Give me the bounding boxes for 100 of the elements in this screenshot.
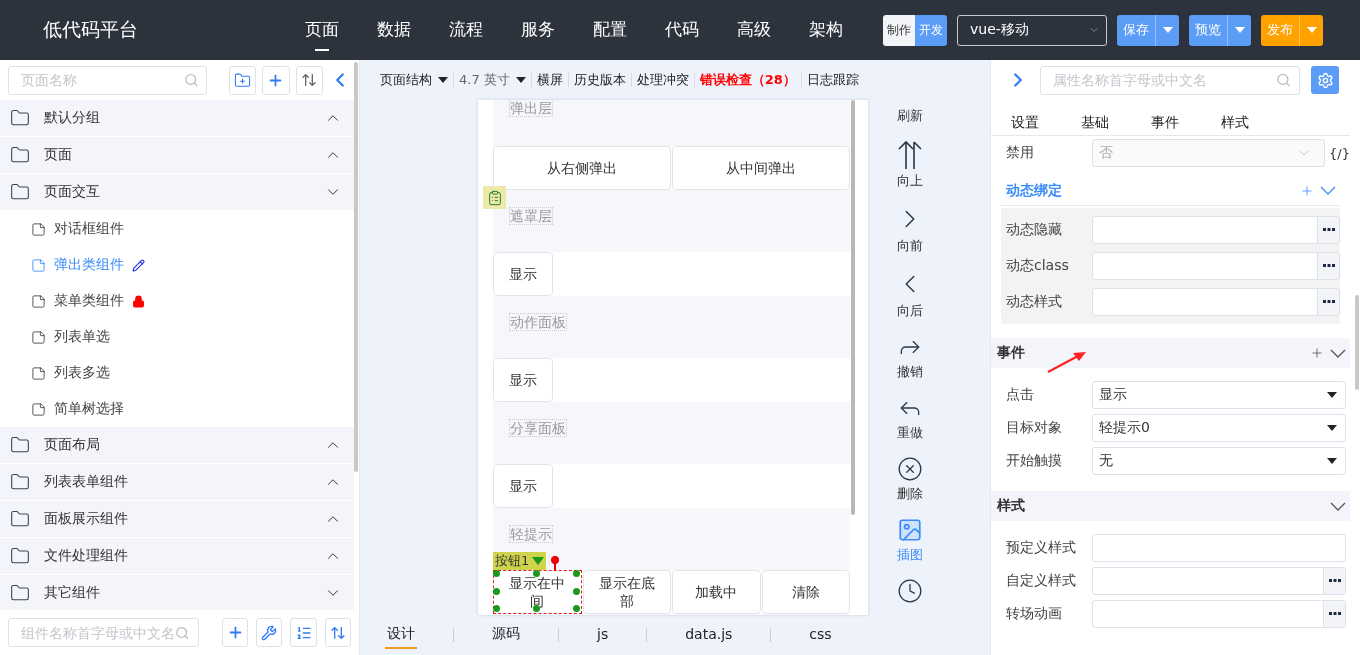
sort-button[interactable] (295, 65, 324, 95)
canvas-button[interactable]: 显示在中间 (493, 570, 582, 614)
tree-group-row[interactable]: 列表表单组件 (0, 464, 354, 500)
tree-item[interactable]: 简单树选择 (0, 391, 354, 427)
list-button[interactable] (290, 618, 317, 647)
resize-handle[interactable] (572, 587, 580, 595)
tool-button[interactable]: 向上 (897, 139, 923, 190)
input-field[interactable] (1092, 288, 1340, 316)
scrollbar[interactable] (1355, 295, 1359, 390)
wrench-button[interactable] (256, 618, 283, 647)
toolbar-item[interactable]: 处理冲突 (631, 73, 695, 87)
page-search-box[interactable]: 页面名称 (8, 65, 208, 95)
resize-handle[interactable] (572, 605, 580, 612)
section-header[interactable]: 事件 (991, 338, 1350, 368)
tool-button[interactable]: 删除 (897, 456, 923, 503)
tool-button[interactable]: 刷新 (897, 107, 923, 125)
canvas-button[interactable]: 清除 (761, 570, 850, 614)
tool-button[interactable]: 向后 (895, 269, 925, 320)
property-tab[interactable]: 设置 (1011, 114, 1039, 132)
tree-group-row[interactable]: 页面 (0, 137, 354, 173)
sort-button[interactable] (324, 618, 351, 647)
nav-tab[interactable]: 高级 (737, 9, 809, 51)
select-field[interactable]: 无 (1092, 446, 1346, 475)
tree-group-row[interactable]: 其它组件 (0, 575, 354, 610)
add-button[interactable] (221, 618, 249, 647)
tree-group-row[interactable]: 页面交互 (0, 174, 354, 210)
resize-handle[interactable] (493, 570, 500, 577)
resize-handle[interactable] (493, 605, 500, 612)
editor-tab[interactable]: 设计 (385, 621, 417, 649)
search-input[interactable]: 属性名称首字母或中文名 (1051, 71, 1276, 89)
input-field[interactable] (1092, 533, 1346, 562)
select-field[interactable]: 显示 (1092, 380, 1346, 409)
more-button[interactable] (1317, 289, 1339, 315)
template-select[interactable]: vue-移动 (957, 14, 1107, 46)
tree-group-row[interactable]: 面板展示组件 (0, 501, 354, 537)
more-button[interactable] (1323, 567, 1345, 594)
more-button[interactable] (1323, 600, 1345, 627)
toolbar-item[interactable]: 横屏 (531, 73, 569, 87)
editor-tab[interactable]: data.js (683, 622, 735, 648)
editor-tab[interactable]: css (807, 622, 834, 648)
tree-item[interactable]: 对话框组件 (0, 211, 354, 247)
nav-tab[interactable]: 架构 (809, 9, 881, 51)
code-toggle[interactable]: {/} (1329, 145, 1350, 161)
property-tab[interactable]: 基础 (1081, 114, 1109, 132)
tool-button[interactable]: 重做 (897, 395, 923, 442)
canvas-button[interactable]: 显示 (493, 252, 553, 296)
tree-group-row[interactable]: 文件处理组件 (0, 538, 354, 574)
input-field[interactable] (1092, 252, 1340, 280)
resize-handle[interactable] (572, 570, 580, 577)
property-tab[interactable]: 样式 (1221, 114, 1249, 132)
resize-handle[interactable] (532, 570, 540, 577)
tool-button[interactable]: 向前 (895, 204, 925, 255)
add-button[interactable] (262, 65, 290, 95)
tree-item[interactable]: 菜单类组件 (0, 283, 354, 319)
scrollbar[interactable] (354, 62, 358, 472)
toolbar-item[interactable]: 页面结构 (375, 73, 454, 87)
canvas-button[interactable]: 显示 (493, 358, 553, 402)
tree-item[interactable]: 列表多选 (0, 355, 354, 391)
tree-item[interactable]: 列表单选 (0, 319, 354, 355)
editor-tab[interactable]: 源码 (490, 621, 522, 649)
tool-button[interactable] (897, 578, 923, 604)
more-button[interactable] (1317, 253, 1339, 279)
toolbar-item[interactable]: 4.7 英寸 (454, 73, 532, 87)
canvas-button[interactable]: 显示在底部 (582, 570, 671, 614)
toolbar-item[interactable]: 错误检查（28） (694, 73, 802, 87)
toolbar-item[interactable]: 日志跟踪 (801, 73, 864, 87)
toolbar-item[interactable]: 历史版本 (568, 73, 632, 87)
canvas-button[interactable]: 从右侧弹出 (493, 146, 671, 190)
search-input[interactable]: 组件名称首字母或中文名 (19, 623, 176, 642)
folder-icon (10, 472, 30, 492)
tree-group-row[interactable]: 默认分组 (0, 100, 354, 136)
nav-tab[interactable]: 代码 (665, 9, 737, 51)
canvas-button[interactable]: 从中间弹出 (672, 146, 850, 190)
select-field[interactable]: 轻提示0 (1092, 413, 1346, 442)
tool-button[interactable]: 撤销 (897, 334, 923, 381)
resize-handle[interactable] (493, 587, 500, 595)
more-button[interactable] (1317, 217, 1339, 243)
tree-group-row[interactable]: 页面布局 (0, 427, 354, 463)
nav-tab[interactable]: 数据 (377, 9, 449, 51)
component-search-box[interactable]: 组件名称首字母或中文名 (8, 618, 199, 647)
property-search-box[interactable]: 属性名称首字母或中文名 (1040, 65, 1300, 95)
section-header[interactable]: 样式 (991, 491, 1350, 521)
editor-tab[interactable]: js (595, 622, 611, 648)
tree-item[interactable]: 弹出类组件 (0, 247, 354, 283)
scrollbar[interactable] (851, 100, 855, 515)
add-folder-button[interactable] (228, 65, 257, 95)
input-field[interactable] (1092, 216, 1340, 244)
folder-icon (10, 108, 30, 128)
nav-tab[interactable]: 流程 (449, 9, 521, 51)
input-field[interactable] (1092, 566, 1346, 595)
canvas-button[interactable]: 加载中 (672, 570, 761, 614)
nav-tab[interactable]: 配置 (593, 9, 665, 51)
settings-button[interactable] (1311, 66, 1339, 94)
property-tab[interactable]: 事件 (1151, 114, 1179, 132)
canvas-button[interactable]: 显示 (493, 464, 553, 508)
component-tag[interactable]: 按钮1 (493, 552, 547, 570)
search-input[interactable]: 页面名称 (19, 71, 184, 89)
input-field[interactable] (1092, 599, 1346, 628)
mode-toggle-button[interactable]: 制作 (883, 14, 915, 46)
nav-tab[interactable]: 服务 (521, 9, 593, 51)
